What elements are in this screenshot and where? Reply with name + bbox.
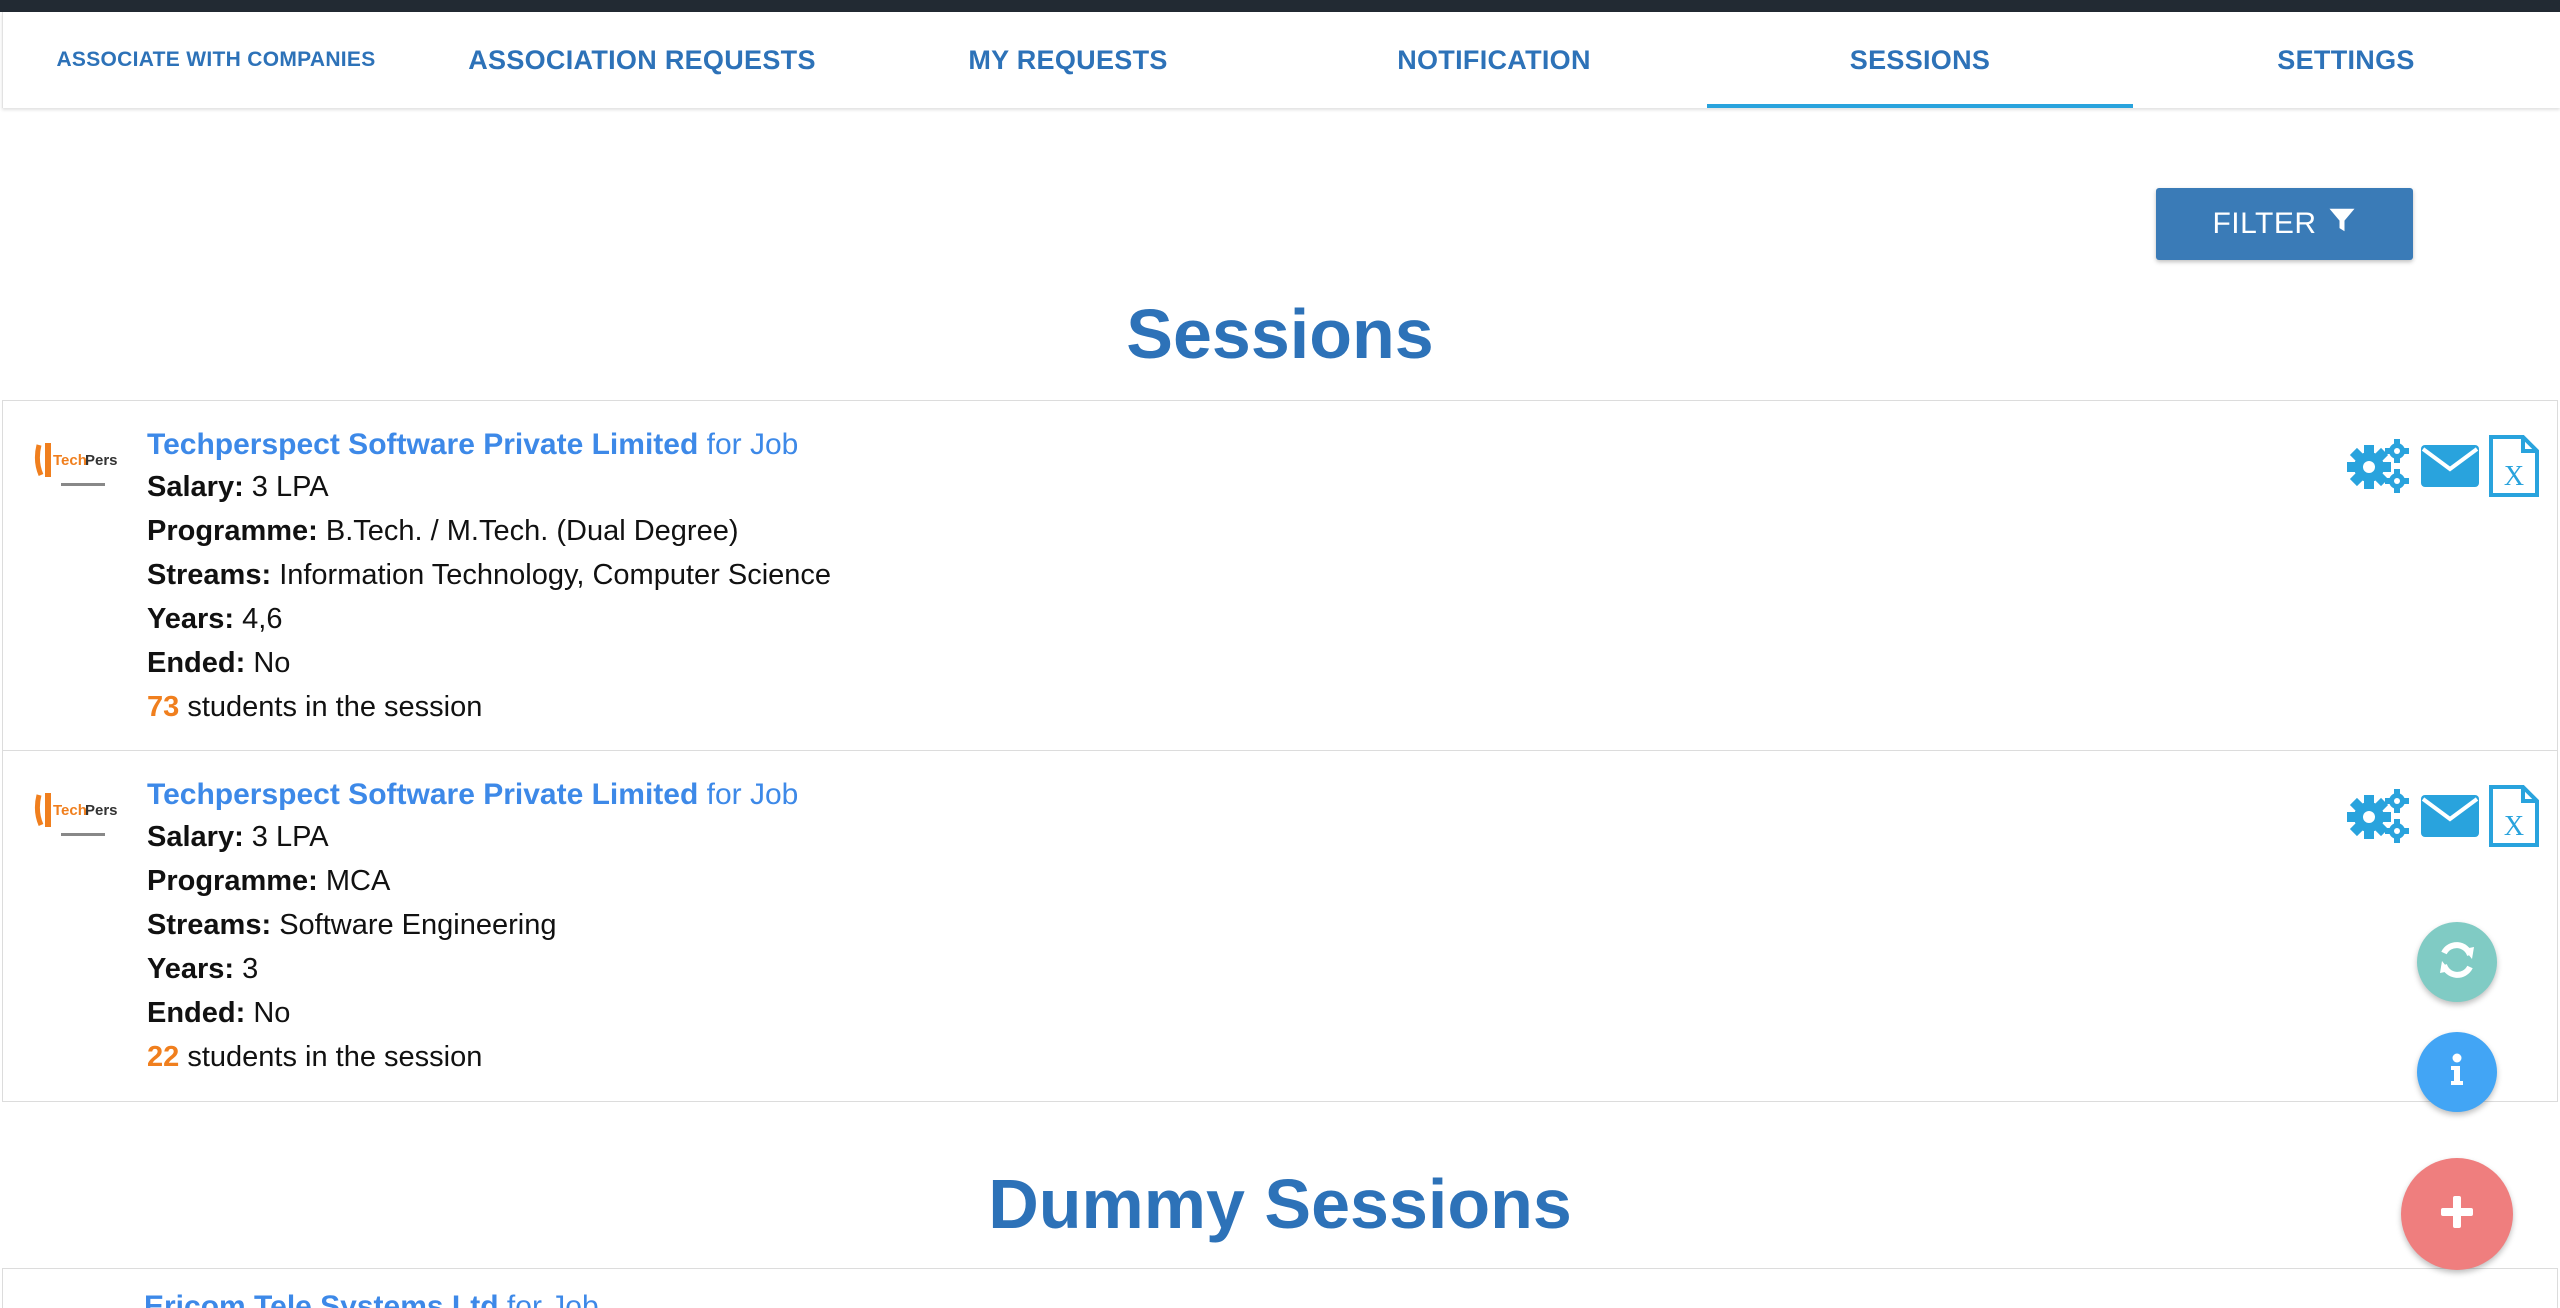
- svg-text:X: X: [2504, 461, 2524, 492]
- salary-row: Salary: 3 LPA: [147, 815, 798, 859]
- filter-button-label: FILTER: [2212, 207, 2317, 240]
- filter-icon: [2327, 205, 2357, 243]
- session-type: for Job: [506, 1290, 599, 1308]
- years-row: Years: 4,6: [147, 597, 831, 641]
- tab-sessions[interactable]: SESSIONS: [1707, 12, 2133, 108]
- session-details: Techperspect Software Private Limited fo…: [147, 775, 798, 1079]
- company-logo: Tech Pers: [33, 781, 119, 857]
- student-count: 73: [147, 691, 180, 723]
- company-logo: Tech Pers: [33, 431, 119, 507]
- info-button[interactable]: [2417, 1032, 2497, 1112]
- programme-label: Programme:: [147, 865, 318, 897]
- ended-label: Ended:: [147, 647, 246, 679]
- student-count: 22: [147, 1041, 180, 1073]
- streams-row: Streams: Information Technology, Compute…: [147, 553, 831, 597]
- salary-label: Salary:: [147, 821, 244, 853]
- dummy-sessions-title: Dummy Sessions: [988, 1165, 1572, 1243]
- svg-text:Pers: Pers: [85, 802, 118, 819]
- session-type: for Job: [706, 778, 799, 811]
- add-button[interactable]: [2401, 1158, 2513, 1270]
- ended-value: No: [253, 997, 291, 1029]
- tab-bar: ASSOCIATE WITH COMPANIES ASSOCIATION REQ…: [2, 12, 2560, 108]
- programme-value: MCA: [325, 865, 391, 897]
- refresh-button[interactable]: [2417, 922, 2497, 1002]
- ended-label: Ended:: [147, 997, 246, 1029]
- streams-row: Streams: Software Engineering: [147, 903, 798, 947]
- ended-row: Ended: No: [147, 641, 831, 685]
- streams-label: Streams:: [147, 559, 272, 591]
- salary-label: Salary:: [147, 471, 244, 503]
- years-label: Years:: [147, 603, 235, 635]
- ended-value: No: [253, 647, 291, 679]
- students-row: 22 students in the session: [147, 1035, 798, 1079]
- students-row: 73 students in the session: [147, 685, 831, 729]
- session-heading[interactable]: Techperspect Software Private Limited fo…: [147, 425, 831, 465]
- refresh-icon: [2434, 937, 2480, 988]
- years-value: 4,6: [242, 603, 283, 635]
- dummy-session-heading[interactable]: Ericom Tele Systems Ltd for Job: [144, 1290, 599, 1308]
- students-suffix: students in the session: [187, 691, 483, 723]
- info-icon: [2437, 1050, 2477, 1095]
- salary-value: 3 LPA: [251, 471, 329, 503]
- streams-value: Software Engineering: [279, 909, 557, 941]
- tab-association-requests[interactable]: ASSOCIATION REQUESTS: [429, 12, 855, 108]
- programme-label: Programme:: [147, 515, 318, 547]
- company-name[interactable]: Ericom Tele Systems Ltd: [144, 1290, 499, 1308]
- tab-notification[interactable]: NOTIFICATION: [1281, 12, 1707, 108]
- session-card: Tech Pers Techperspect Software Private …: [2, 400, 2558, 752]
- sessions-title: Sessions: [1126, 295, 1434, 373]
- session-card: Tech Pers Techperspect Software Private …: [2, 750, 2558, 1102]
- students-suffix: students in the session: [187, 1041, 483, 1073]
- session-heading[interactable]: Techperspect Software Private Limited fo…: [147, 775, 798, 815]
- tab-associate-with-companies[interactable]: ASSOCIATE WITH COMPANIES: [3, 12, 429, 108]
- session-actions: X: [2345, 435, 2541, 497]
- svg-text:Tech: Tech: [53, 802, 87, 819]
- excel-export-icon[interactable]: X: [2487, 435, 2541, 497]
- email-icon[interactable]: [2419, 785, 2481, 845]
- session-type: for Job: [706, 428, 799, 461]
- streams-value: Information Technology, Computer Science: [279, 559, 832, 591]
- programme-value: B.Tech. / M.Tech. (Dual Degree): [325, 515, 739, 547]
- top-dark-bar: [0, 0, 2560, 12]
- streams-label: Streams:: [147, 909, 272, 941]
- session-actions: X: [2345, 785, 2541, 847]
- company-name[interactable]: Techperspect Software Private Limited: [147, 428, 698, 461]
- programme-row: Programme: MCA: [147, 859, 798, 903]
- years-value: 3: [242, 953, 259, 985]
- svg-text:Tech: Tech: [53, 452, 87, 469]
- ended-row: Ended: No: [147, 991, 798, 1035]
- programme-row: Programme: B.Tech. / M.Tech. (Dual Degre…: [147, 509, 831, 553]
- tab-settings[interactable]: SETTINGS: [2133, 12, 2559, 108]
- settings-gears-icon[interactable]: [2345, 785, 2413, 845]
- svg-text:X: X: [2504, 811, 2524, 842]
- filter-button[interactable]: FILTER: [2156, 188, 2413, 260]
- session-details: Techperspect Software Private Limited fo…: [147, 425, 831, 729]
- excel-export-icon[interactable]: X: [2487, 785, 2541, 847]
- settings-gears-icon[interactable]: [2345, 435, 2413, 495]
- years-row: Years: 3: [147, 947, 798, 991]
- plus-icon: [2435, 1190, 2479, 1239]
- salary-row: Salary: 3 LPA: [147, 465, 831, 509]
- salary-value: 3 LPA: [251, 821, 329, 853]
- years-label: Years:: [147, 953, 235, 985]
- tab-my-requests[interactable]: MY REQUESTS: [855, 12, 1281, 108]
- svg-text:Pers: Pers: [85, 452, 118, 469]
- company-name[interactable]: Techperspect Software Private Limited: [147, 778, 698, 811]
- email-icon[interactable]: [2419, 435, 2481, 495]
